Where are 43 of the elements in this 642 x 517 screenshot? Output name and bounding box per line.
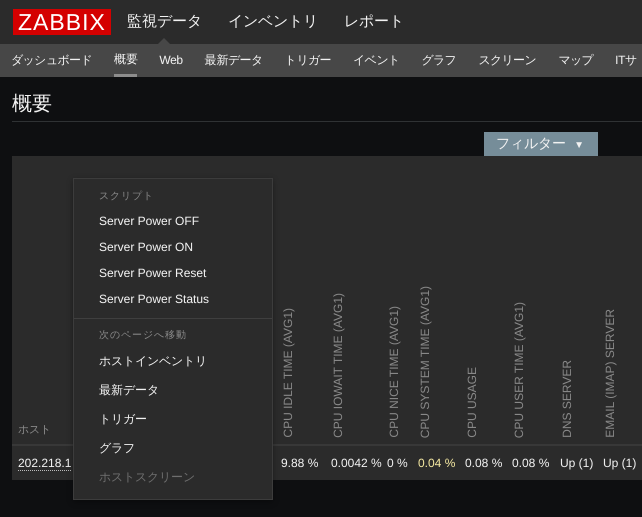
table-cell: 0.08 % (465, 456, 502, 470)
host-link[interactable]: 202.218.1 (18, 456, 72, 471)
sub-menu-item[interactable]: 概要 (114, 44, 138, 77)
menu-item[interactable]: トリガー (74, 406, 172, 435)
column-header: ホスト (18, 424, 51, 436)
page-title: 概要 (12, 77, 642, 122)
menu-item[interactable]: Server Power Status (74, 287, 234, 313)
menu-section-title: 次のページへ移動 (98, 329, 188, 343)
menu-item[interactable]: 最新データ (74, 377, 184, 406)
menu-item[interactable]: Server Power Reset (74, 261, 232, 287)
main-menu-item[interactable]: 監視データ (126, 0, 202, 44)
menu-item[interactable]: グラフ (74, 435, 160, 464)
column-header: DNS SERVER (560, 360, 575, 438)
sub-menu-item[interactable]: トリガー (284, 44, 332, 77)
main-menu-item[interactable]: レポート (344, 0, 404, 44)
sub-menu-item[interactable]: ダッシュボード (11, 44, 92, 77)
menu-item[interactable]: Server Power OFF (74, 209, 224, 235)
column-header: CPU IDLE TIME (AVG1) (281, 308, 296, 438)
menu-section-title: スクリプト (98, 190, 155, 204)
column-header: CPU USER TIME (AVG1) (512, 302, 527, 438)
table-cell: 0.08 % (512, 456, 550, 470)
table-cell: Up (1) (560, 456, 594, 470)
column-header: EMAIL (IMAP) SERVER (603, 309, 618, 438)
table-cell: 9.88 % (281, 456, 318, 470)
zabbix-logo[interactable]: ZABBIX (13, 9, 111, 35)
table-cell: Up (1) (603, 456, 636, 470)
menu-item[interactable]: Server Power ON (74, 235, 218, 261)
main-menu-item[interactable]: インベントリ (228, 0, 318, 44)
sub-menu-item[interactable]: イベント (353, 44, 400, 77)
sub-menu-item[interactable]: マップ (558, 44, 594, 77)
table-cell: 0.04 % (418, 456, 456, 470)
sub-menu-item[interactable]: グラフ (422, 44, 456, 77)
table-cell: 0 % (387, 456, 408, 470)
column-header: CPU USAGE (465, 367, 480, 438)
column-header: CPU SYSTEM TIME (AVG1) (418, 286, 433, 438)
sub-menu-item[interactable]: 最新データ (204, 44, 263, 77)
column-header: CPU IOWAIT TIME (AVG1) (331, 293, 346, 438)
table-cell: 0.0042 % (331, 456, 382, 470)
column-header: CPU NICE TIME (AVG1) (387, 306, 402, 438)
sub-menu-item[interactable]: Web (159, 44, 183, 77)
sub-menu-item[interactable]: スクリーン (478, 44, 536, 77)
menu-item[interactable]: ホストインベントリ (74, 348, 232, 377)
sub-menu-item[interactable]: ITサ (615, 44, 637, 77)
